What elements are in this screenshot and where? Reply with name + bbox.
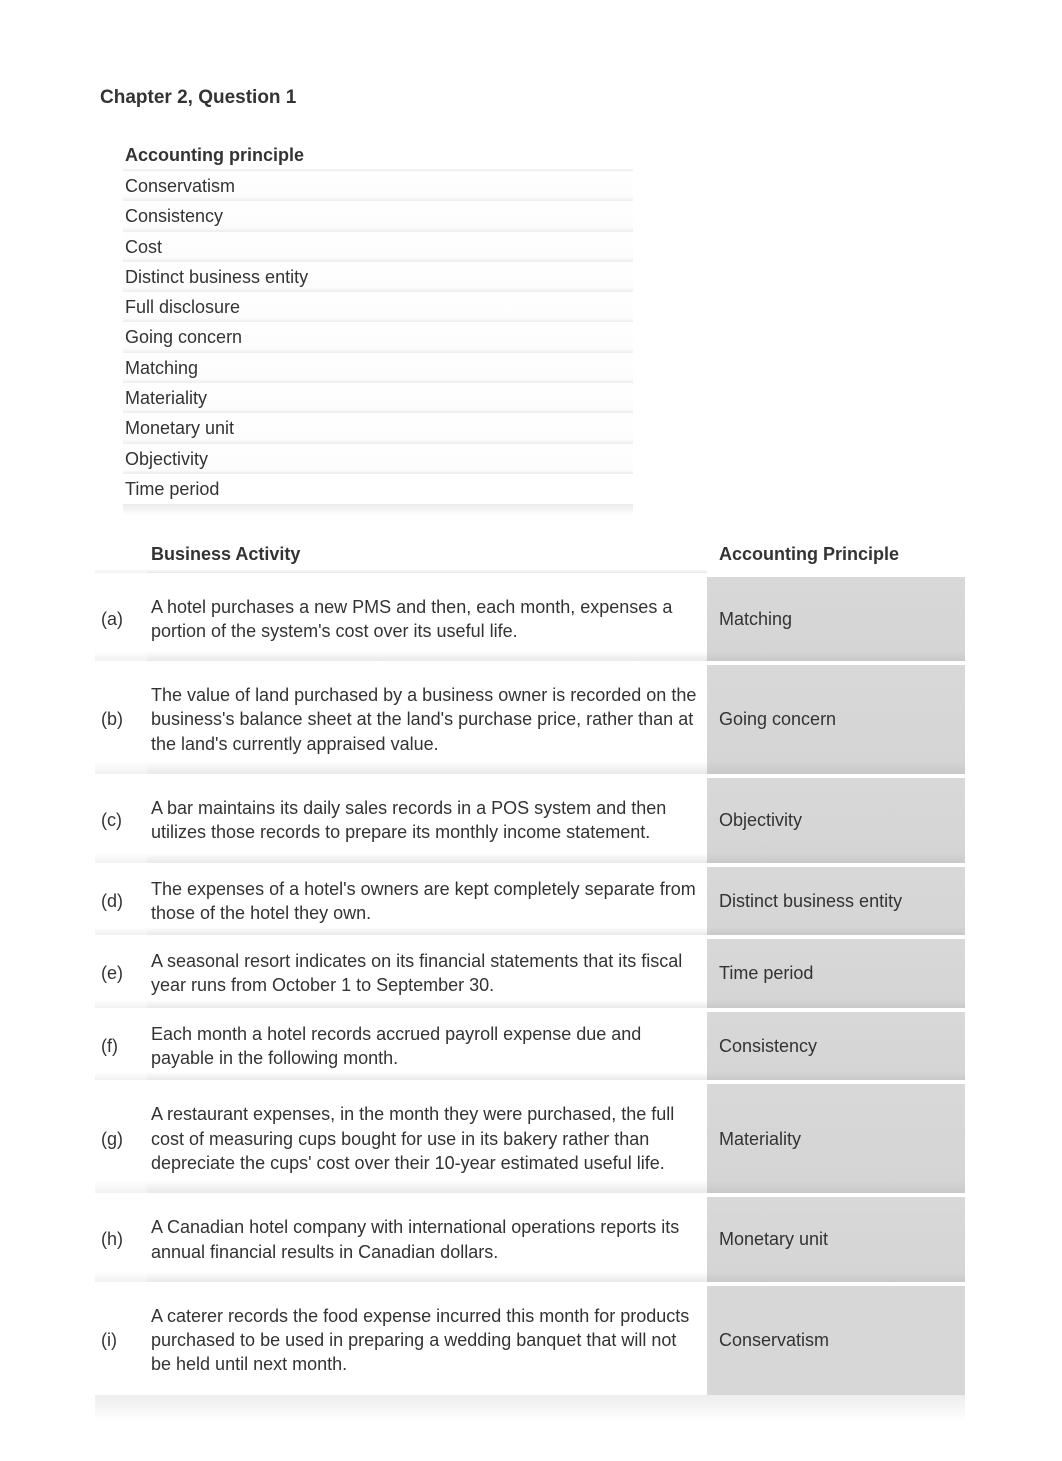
row-activity: A restaurant expenses, in the month they… (147, 1084, 707, 1193)
principle-item: Matching (123, 353, 633, 383)
table-row: (d) The expenses of a hotel's owners are… (95, 867, 965, 936)
table-row: (e) A seasonal resort indicates on its f… (95, 939, 965, 1008)
row-principle: Going concern (707, 665, 965, 774)
row-label: (d) (95, 867, 147, 936)
row-label: (e) (95, 939, 147, 1008)
principles-list: Accounting principle Conservatism Consis… (123, 139, 633, 505)
row-principle: Conservatism (707, 1286, 965, 1395)
row-label: (g) (95, 1084, 147, 1193)
row-label: (h) (95, 1197, 147, 1282)
principle-item: Going concern (123, 322, 633, 352)
row-activity: A hotel purchases a new PMS and then, ea… (147, 577, 707, 662)
header-activity: Business Activity (147, 536, 707, 572)
activity-table: Business Activity Accounting Principle (… (95, 536, 965, 1395)
principle-item: Monetary unit (123, 413, 633, 443)
principles-header: Accounting principle (123, 139, 633, 171)
page-title: Chapter 2, Question 1 (100, 85, 967, 111)
principle-item: Conservatism (123, 171, 633, 201)
row-principle: Matching (707, 577, 965, 662)
table-row: (h) A Canadian hotel company with intern… (95, 1197, 965, 1282)
header-label-blank (95, 536, 147, 572)
row-principle: Consistency (707, 1012, 965, 1081)
header-principle: Accounting Principle (707, 536, 965, 572)
principle-item: Full disclosure (123, 292, 633, 322)
row-label: (f) (95, 1012, 147, 1081)
row-label: (a) (95, 577, 147, 662)
row-principle: Materiality (707, 1084, 965, 1193)
table-header-row: Business Activity Accounting Principle (95, 536, 965, 572)
principle-item: Time period (123, 474, 633, 504)
row-label: (b) (95, 665, 147, 774)
row-activity: Each month a hotel records accrued payro… (147, 1012, 707, 1081)
principle-item: Cost (123, 232, 633, 262)
row-principle: Distinct business entity (707, 867, 965, 936)
row-activity: A bar maintains its daily sales records … (147, 778, 707, 863)
bottom-shadow (95, 1395, 965, 1421)
row-activity: A Canadian hotel company with internatio… (147, 1197, 707, 1282)
table-row: (a) A hotel purchases a new PMS and then… (95, 577, 965, 662)
table-row: (i) A caterer records the food expense i… (95, 1286, 965, 1395)
principle-item: Objectivity (123, 444, 633, 474)
row-principle: Monetary unit (707, 1197, 965, 1282)
row-activity: A seasonal resort indicates on its finan… (147, 939, 707, 1008)
table-row: (c) A bar maintains its daily sales reco… (95, 778, 965, 863)
principle-item: Consistency (123, 201, 633, 231)
row-principle: Objectivity (707, 778, 965, 863)
row-activity: The expenses of a hotel's owners are kep… (147, 867, 707, 936)
table-row: (b) The value of land purchased by a bus… (95, 665, 965, 774)
principle-item: Materiality (123, 383, 633, 413)
table-row: (f) Each month a hotel records accrued p… (95, 1012, 965, 1081)
row-label: (i) (95, 1286, 147, 1395)
row-label: (c) (95, 778, 147, 863)
row-principle: Time period (707, 939, 965, 1008)
row-activity: A caterer records the food expense incur… (147, 1286, 707, 1395)
principle-item: Distinct business entity (123, 262, 633, 292)
row-activity: The value of land purchased by a busines… (147, 665, 707, 774)
table-row: (g) A restaurant expenses, in the month … (95, 1084, 965, 1193)
